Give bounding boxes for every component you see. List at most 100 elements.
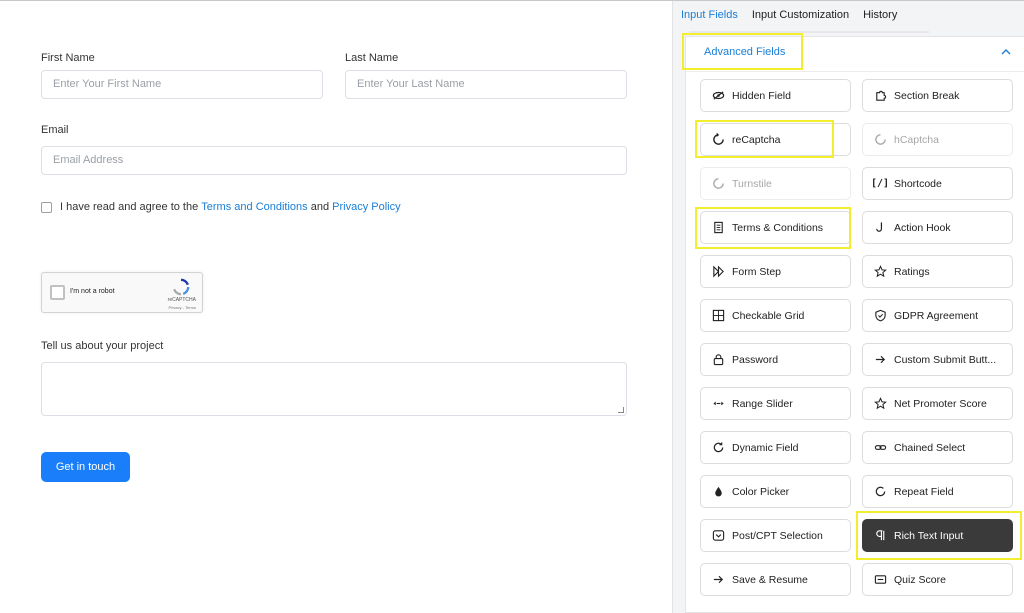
grid-icon xyxy=(711,309,725,323)
quiz-icon xyxy=(873,573,887,587)
field-dynamic-field[interactable]: Dynamic Field xyxy=(700,431,851,464)
field-label: Hidden Field xyxy=(732,89,791,102)
field-label: Repeat Field xyxy=(894,485,954,498)
field-label: Turnstile xyxy=(732,177,772,190)
tab-underline xyxy=(689,31,929,33)
field-label: reCaptcha xyxy=(732,133,781,146)
repeat-icon xyxy=(873,485,887,499)
terms-text-prefix: I have read and agree to the xyxy=(60,201,202,213)
field-chained-select[interactable]: Chained Select xyxy=(862,431,1013,464)
field-label: GDPR Agreement xyxy=(894,309,979,322)
field-turnstile[interactable]: Turnstile xyxy=(700,167,851,200)
recaptcha-checkbox[interactable] xyxy=(50,285,65,300)
field-color-picker[interactable]: Color Picker xyxy=(700,475,851,508)
field-label: Rich Text Input xyxy=(894,529,964,542)
field-rich-text-input[interactable]: Rich Text Input xyxy=(862,519,1013,552)
tab-input-fields[interactable]: Input Fields xyxy=(681,9,738,21)
refresh-icon xyxy=(711,441,725,455)
terms-checkbox[interactable] xyxy=(41,201,52,213)
post-icon xyxy=(711,529,725,543)
field-form-step[interactable]: Form Step xyxy=(700,255,851,288)
field-label: hCaptcha xyxy=(894,133,939,146)
first-name-label: First Name xyxy=(41,52,95,64)
field-label: Terms & Conditions xyxy=(732,221,824,234)
chevron-up-icon[interactable] xyxy=(1000,47,1012,57)
field-label: Save & Resume xyxy=(732,573,808,586)
field-label: Ratings xyxy=(894,265,930,278)
puzzle-icon xyxy=(873,89,887,103)
editor-sidebar: Input Fields Input Customization History… xyxy=(672,1,1024,613)
field-action-hook[interactable]: Action Hook xyxy=(862,211,1013,244)
field-label: Custom Submit Butt... xyxy=(894,353,997,366)
star-icon xyxy=(873,265,887,279)
hcaptcha-icon xyxy=(873,133,887,147)
field-label: Dynamic Field xyxy=(732,441,799,454)
advanced-fields-header[interactable]: Advanced Fields xyxy=(704,46,785,58)
field-section-break[interactable]: Section Break xyxy=(862,79,1013,112)
recaptcha-icon xyxy=(711,133,725,147)
first-name-input[interactable]: Enter Your First Name xyxy=(41,70,323,99)
field-quiz-score[interactable]: Quiz Score xyxy=(862,563,1013,596)
field-label: Chained Select xyxy=(894,441,966,454)
field-label: Form Step xyxy=(732,265,782,278)
resize-grip-icon[interactable] xyxy=(618,407,624,413)
recaptcha-logo-icon xyxy=(173,278,190,296)
droplet-icon xyxy=(711,485,725,499)
field-label: Net Promoter Score xyxy=(894,397,987,410)
field-label: Quiz Score xyxy=(894,573,946,586)
arrow-right-icon xyxy=(873,353,887,367)
field-hidden-field[interactable]: Hidden Field xyxy=(700,79,851,112)
terms-text-middle: and xyxy=(307,201,333,213)
email-input[interactable]: Email Address xyxy=(41,146,627,175)
field-label: Post/CPT Selection xyxy=(732,529,823,542)
field-range-slider[interactable]: Range Slider xyxy=(700,387,851,420)
field-terms-conditions[interactable]: Terms & Conditions xyxy=(700,211,851,244)
project-label: Tell us about your project xyxy=(41,340,164,352)
tab-input-customization[interactable]: Input Customization xyxy=(752,9,849,21)
hook-icon xyxy=(873,221,887,235)
eye-slash-icon xyxy=(711,89,725,103)
field-password[interactable]: Password xyxy=(700,343,851,376)
recaptcha-label: I'm not a robot xyxy=(70,288,115,295)
sidebar-tabs: Input Fields Input Customization History xyxy=(681,9,897,21)
email-label: Email xyxy=(41,124,69,136)
privacy-link[interactable]: Privacy Policy xyxy=(332,201,400,213)
field-custom-submit-button[interactable]: Custom Submit Butt... xyxy=(862,343,1013,376)
lock-icon xyxy=(711,353,725,367)
field-gdpr-agreement[interactable]: GDPR Agreement xyxy=(862,299,1013,332)
field-save-resume[interactable]: Save & Resume xyxy=(700,563,851,596)
link-icon xyxy=(873,441,887,455)
project-textarea[interactable] xyxy=(41,362,627,416)
field-hcaptcha[interactable]: hCaptcha xyxy=(862,123,1013,156)
field-shortcode[interactable]: [/] Shortcode xyxy=(862,167,1013,200)
field-ratings[interactable]: Ratings xyxy=(862,255,1013,288)
field-label: Shortcode xyxy=(894,177,942,190)
panel-divider xyxy=(685,71,1024,72)
fast-forward-icon xyxy=(711,265,725,279)
terms-row: I have read and agree to the Terms and C… xyxy=(41,201,401,213)
document-icon xyxy=(711,221,725,235)
last-name-input[interactable]: Enter Your Last Name xyxy=(345,70,627,99)
field-label: Action Hook xyxy=(894,221,951,234)
field-repeat-field[interactable]: Repeat Field xyxy=(862,475,1013,508)
tab-history[interactable]: History xyxy=(863,9,897,21)
field-checkable-grid[interactable]: Checkable Grid xyxy=(700,299,851,332)
form-canvas: First Name Enter Your First Name Last Na… xyxy=(0,1,672,613)
field-label: Password xyxy=(732,353,779,366)
save-arrow-icon xyxy=(711,573,725,587)
field-post-cpt-selection[interactable]: Post/CPT Selection xyxy=(700,519,851,552)
terms-link[interactable]: Terms and Conditions xyxy=(201,201,307,213)
recaptcha-privacy[interactable]: Privacy - Terms xyxy=(169,305,196,310)
field-net-promoter-score[interactable]: Net Promoter Score xyxy=(862,387,1013,420)
range-slider-icon xyxy=(711,397,725,411)
paragraph-icon xyxy=(873,529,887,543)
field-recaptcha[interactable]: reCaptcha xyxy=(700,123,851,156)
last-name-label: Last Name xyxy=(345,52,399,64)
field-label: Checkable Grid xyxy=(732,309,805,322)
shortcode-icon: [/] xyxy=(870,178,890,189)
star-outline-icon xyxy=(873,397,887,411)
turnstile-icon xyxy=(711,177,725,191)
field-label: Range Slider xyxy=(732,397,793,410)
shield-icon xyxy=(873,309,887,323)
get-in-touch-button[interactable]: Get in touch xyxy=(41,452,130,482)
